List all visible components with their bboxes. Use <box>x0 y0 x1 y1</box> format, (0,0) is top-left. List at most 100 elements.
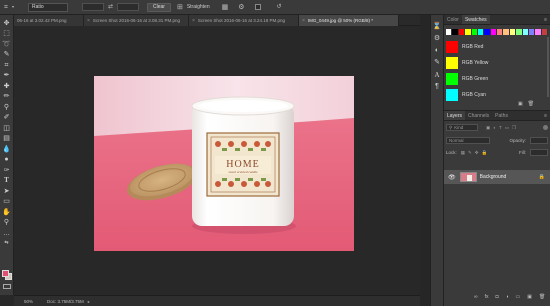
candle-photo: HOME sweet scented candle <box>94 76 354 251</box>
eyedropper-tool-icon[interactable]: ✒ <box>2 71 12 82</box>
healing-brush-tool-icon[interactable]: ✚ <box>2 81 12 92</box>
reset-icon[interactable]: ↺ <box>277 4 282 10</box>
character-icon[interactable]: A <box>434 69 439 81</box>
blend-mode-value: Normal <box>449 138 464 143</box>
brush-presets-icon[interactable]: ✎ <box>434 57 440 69</box>
trash-icon[interactable]: 🗑 <box>539 294 545 300</box>
panel-menu-icon[interactable]: ≡ <box>544 15 550 24</box>
swap-icon[interactable]: ⇄ <box>108 4 113 10</box>
swatch-chip <box>446 40 458 53</box>
properties-icon[interactable]: ⚙ <box>434 33 440 45</box>
straighten-label[interactable]: Straighten <box>187 4 210 10</box>
doc-size-info[interactable]: Doc: 3.75M/3.75M <box>47 299 84 304</box>
eraser-tool-icon[interactable]: ◫ <box>2 123 12 134</box>
zoom-tool-icon[interactable]: ⚲ <box>2 218 12 229</box>
opacity-field[interactable] <box>530 137 548 144</box>
close-icon[interactable]: × <box>192 18 195 24</box>
width-field[interactable] <box>81 3 104 11</box>
blur-tool-icon[interactable]: 💧 <box>2 144 12 155</box>
swatch-item-yellow[interactable]: RGB Yellow <box>446 55 548 70</box>
new-layer-icon[interactable]: ▣ <box>527 294 532 300</box>
overlay-grid-icon[interactable]: ▦ <box>222 4 229 11</box>
swap-colors-icon[interactable]: ⇆ <box>2 239 12 250</box>
search-icon: ⚲ <box>449 124 453 130</box>
swatch-item-green[interactable]: RGB Green <box>446 71 548 86</box>
eye-icon[interactable]: 👁 <box>448 174 456 181</box>
lasso-tool-icon[interactable]: ➰ <box>2 39 12 50</box>
type-tool-icon[interactable]: T <box>2 176 12 187</box>
trash-icon[interactable]: 🗑 <box>528 101 534 107</box>
swatch-strip[interactable] <box>446 29 548 35</box>
straighten-icon[interactable]: ⊞ <box>177 4 183 11</box>
kind-filter-select[interactable]: ⚲ Kind <box>446 124 478 131</box>
height-field[interactable] <box>117 3 139 11</box>
swatch-item-cyan[interactable]: RGB Cyan <box>446 87 548 102</box>
tab-swatches[interactable]: Swatches <box>461 15 490 24</box>
quick-mask-icon[interactable] <box>3 284 11 289</box>
tab-doc-2[interactable]: × Screen Shot 2016-06-16 at 3.08.31 PM.pn… <box>84 15 189 26</box>
clear-button[interactable]: Clear <box>147 2 171 12</box>
chevron-right-icon[interactable]: ▸ <box>88 299 90 304</box>
adjustment-layer-icon[interactable]: ◑ <box>506 294 509 300</box>
history-icon[interactable]: ⌛ <box>433 21 442 33</box>
new-swatch-icon[interactable]: ▣ <box>518 101 523 107</box>
brush-tool-icon[interactable]: ✏ <box>2 92 12 103</box>
ratio-select[interactable]: Ratio <box>27 2 68 12</box>
zoom-level[interactable]: 50% <box>24 299 33 304</box>
pen-tool-icon[interactable]: ✑ <box>2 165 12 176</box>
clone-stamp-tool-icon[interactable]: ⚲ <box>2 102 12 113</box>
tab-layers-label: Layers <box>447 112 463 119</box>
mask-icon[interactable]: ◘ <box>495 294 498 300</box>
blend-mode-select[interactable]: Normal <box>446 137 490 144</box>
swatches-panel-tabs: Color Swatches ≡ <box>444 15 550 25</box>
tab-paths[interactable]: Paths <box>492 111 511 120</box>
tab-doc-1[interactable]: 06-16 at 3.02.42 PM.png <box>14 15 84 26</box>
panel-menu-icon[interactable]: ≡ <box>544 111 550 120</box>
paragraph-icon[interactable]: ¶ <box>435 81 439 93</box>
swatches-footer: ▣ 🗑 <box>518 101 534 107</box>
link-icon[interactable]: ∞ <box>474 294 478 300</box>
foreground-color-swatch[interactable] <box>2 270 9 277</box>
marquee-tool-icon[interactable]: ⬚ <box>2 29 12 40</box>
lock-icons[interactable]: ▦✎✥🔒 <box>461 150 490 156</box>
swatch-cell[interactable] <box>541 29 548 35</box>
filter-icons[interactable]: ▣◐T▭❒ <box>486 125 519 131</box>
history-brush-tool-icon[interactable]: ✐ <box>2 113 12 124</box>
delete-cropped-checkbox[interactable] <box>254 4 261 10</box>
gradient-tool-icon[interactable]: ▤ <box>2 134 12 145</box>
label-subtitle: sweet scented candle <box>228 170 258 174</box>
swatch-label: RGB Red <box>462 43 484 50</box>
tab-layers[interactable]: Layers <box>444 111 466 120</box>
hand-tool-icon[interactable]: ✋ <box>2 207 12 218</box>
close-icon[interactable]: × <box>87 18 90 24</box>
rectangle-tool-icon[interactable]: ▭ <box>2 197 12 208</box>
close-icon[interactable]: × <box>302 18 305 24</box>
swatch-label: RGB Green <box>462 75 489 82</box>
tab-doc-active[interactable]: × IMG_0449.jpg @ 50% (RGB/8) * <box>299 15 399 26</box>
gear-icon[interactable]: ⚙ <box>238 4 244 11</box>
tools-panel: ✥ ⬚ ➰ ✎ ⌗ ✒ ✚ ✏ ⚲ ✐ ◫ ▤ 💧 ● ✑ T ➤ ▭ ✋ ⚲ … <box>0 15 14 295</box>
fill-label: Fill: <box>519 150 526 155</box>
tab-doc-3[interactable]: × Screen Shot 2016-06-16 at 3.24.18 PM.pn… <box>189 15 299 26</box>
filter-toggle[interactable] <box>543 125 548 130</box>
move-tool-icon[interactable]: ✥ <box>2 18 12 29</box>
tab-color[interactable]: Color <box>444 15 462 24</box>
more-tools-icon[interactable]: … <box>2 228 12 239</box>
swatch-item-red[interactable]: RGB Red <box>446 39 548 54</box>
chevron-down-icon[interactable]: ▾ <box>12 5 14 9</box>
layer-row-background[interactable]: 👁 Background 🔒 <box>444 170 550 184</box>
crop-tool-icon[interactable]: ⌗ <box>4 4 8 11</box>
clear-button-label: Clear <box>153 4 165 10</box>
canvas-area[interactable]: HOME sweet scented candle <box>14 26 420 295</box>
quick-select-tool-icon[interactable]: ✎ <box>2 50 12 61</box>
crop-tool-icon[interactable]: ⌗ <box>2 60 12 71</box>
document-tabs: 06-16 at 3.02.42 PM.png × Screen Shot 201… <box>14 15 420 26</box>
path-select-tool-icon[interactable]: ➤ <box>2 186 12 197</box>
adjustments-icon[interactable]: ◐ <box>435 45 439 57</box>
swatches-scrollbar[interactable] <box>547 37 549 97</box>
fill-field[interactable] <box>530 149 548 156</box>
folder-icon[interactable]: ▭ <box>516 294 521 300</box>
tab-channels[interactable]: Channels <box>465 111 492 120</box>
fx-icon[interactable]: fx <box>485 294 489 300</box>
dodge-tool-icon[interactable]: ● <box>2 155 12 166</box>
